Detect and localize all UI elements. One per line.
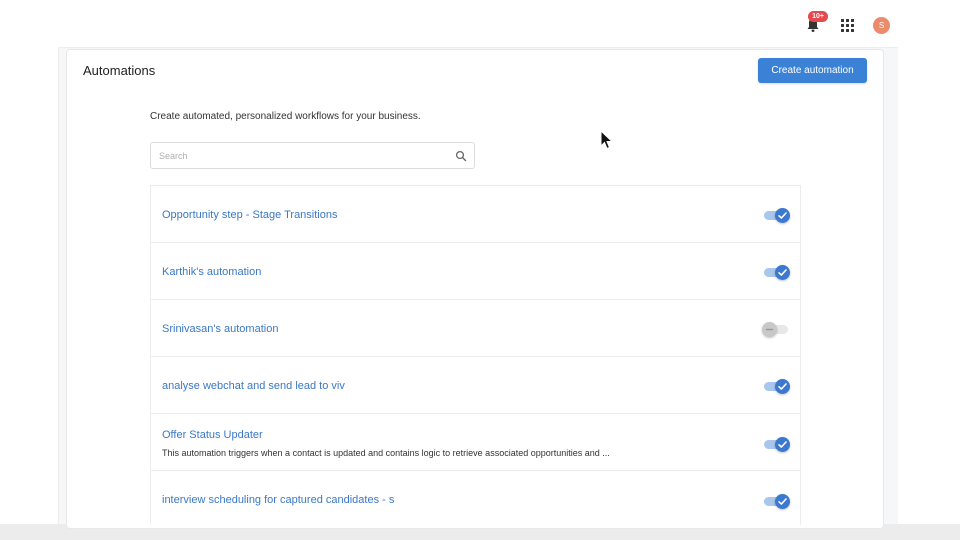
create-automation-button[interactable]: Create automation <box>758 58 867 83</box>
automation-title[interactable]: Offer Status Updater <box>162 429 263 441</box>
check-icon <box>778 383 787 390</box>
toggle-knob <box>762 322 777 337</box>
automation-title[interactable]: interview scheduling for captured candid… <box>162 494 394 506</box>
automation-toggle[interactable] <box>762 321 790 337</box>
automation-title[interactable]: Karthik's automation <box>162 266 261 278</box>
check-icon <box>778 441 787 448</box>
notification-badge: 10+ <box>808 11 828 22</box>
toggle-knob <box>775 437 790 452</box>
user-avatar[interactable]: S <box>873 17 890 34</box>
minus-icon <box>765 328 774 331</box>
automation-description: This automation triggers when a contact … <box>162 448 610 458</box>
toggle-knob <box>775 379 790 394</box>
top-bar <box>58 0 898 48</box>
toggle-knob <box>775 265 790 280</box>
apps-grid-icon[interactable] <box>841 19 854 32</box>
check-icon <box>778 212 787 219</box>
automation-toggle[interactable] <box>762 493 790 509</box>
automation-title[interactable]: Opportunity step - Stage Transitions <box>162 209 337 221</box>
automation-row[interactable]: Opportunity step - Stage Transitions <box>151 186 800 243</box>
left-margin <box>0 0 58 540</box>
mouse-cursor-icon <box>600 130 614 150</box>
check-icon <box>778 498 787 505</box>
search-icon[interactable] <box>455 150 467 162</box>
automation-title[interactable]: analyse webchat and send lead to viv <box>162 380 345 392</box>
automation-row[interactable]: Srinivasan's automation <box>151 300 800 357</box>
automation-row[interactable]: Karthik's automation <box>151 243 800 300</box>
page-description: Create automated, personalized workflows… <box>150 111 421 122</box>
automation-row[interactable]: Offer Status Updater This automation tri… <box>151 414 800 471</box>
check-icon <box>778 269 787 276</box>
automation-row[interactable]: interview scheduling for captured candid… <box>151 471 800 525</box>
page-title: Automations <box>83 63 156 78</box>
automation-toggle[interactable] <box>762 264 790 280</box>
automation-row[interactable]: analyse webchat and send lead to viv <box>151 357 800 414</box>
automation-title[interactable]: Srinivasan's automation <box>162 323 278 335</box>
automation-toggle[interactable] <box>762 436 790 452</box>
automation-list: Opportunity step - Stage Transitions Kar… <box>150 185 801 525</box>
toggle-knob <box>775 208 790 223</box>
automation-toggle[interactable] <box>762 378 790 394</box>
search-input[interactable] <box>159 149 439 163</box>
automation-toggle[interactable] <box>762 207 790 223</box>
toggle-knob <box>775 494 790 509</box>
search-box <box>150 142 475 169</box>
